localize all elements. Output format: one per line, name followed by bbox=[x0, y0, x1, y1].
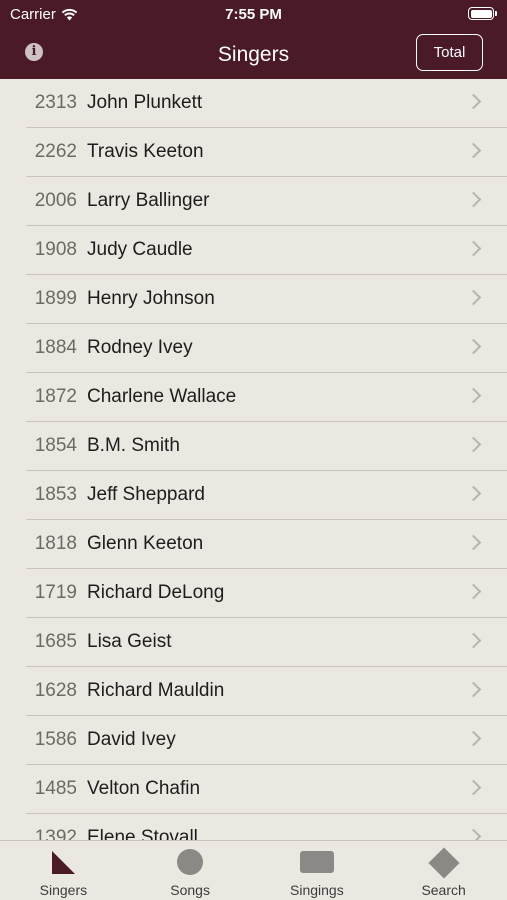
singer-name: Henry Johnson bbox=[87, 288, 215, 309]
total-button[interactable]: Total bbox=[416, 34, 483, 71]
tab-icon-container bbox=[0, 849, 127, 875]
tab-icon-container bbox=[254, 849, 381, 875]
list-item[interactable]: 1628 Richard Mauldin bbox=[26, 667, 507, 716]
chevron-right-icon bbox=[465, 730, 482, 747]
singer-count: 1685 bbox=[34, 631, 77, 652]
chevron-right-icon bbox=[465, 142, 482, 159]
singer-name: Glenn Keeton bbox=[87, 533, 204, 554]
tab-label: Singings bbox=[290, 882, 344, 898]
singer-name: Elene Stovall bbox=[87, 827, 198, 840]
chevron-right-icon bbox=[465, 240, 482, 257]
chevron-right-icon bbox=[465, 338, 482, 355]
chevron-right-icon bbox=[465, 191, 482, 208]
battery-icon bbox=[468, 7, 497, 20]
singer-count: 2262 bbox=[34, 141, 77, 162]
list-item[interactable]: 1872 Charlene Wallace bbox=[26, 373, 507, 422]
triangle-icon bbox=[51, 851, 75, 874]
tab-search[interactable]: Search bbox=[380, 841, 507, 900]
circle-icon bbox=[177, 849, 204, 875]
singer-list[interactable]: 2313 John Plunkett 2262 Travis Keeton 2006 La… bbox=[0, 79, 507, 840]
list-item[interactable]: 1818 Glenn Keeton bbox=[26, 520, 507, 569]
singer-count: 1872 bbox=[34, 386, 77, 407]
singer-name: Travis Keeton bbox=[87, 141, 204, 162]
singer-count: 1854 bbox=[34, 435, 77, 456]
list-item[interactable]: 1586 David Ivey bbox=[26, 716, 507, 765]
singer-name: Richard DeLong bbox=[87, 582, 225, 603]
list-item[interactable]: 2313 John Plunkett bbox=[26, 79, 507, 128]
singer-count: 1485 bbox=[34, 778, 77, 799]
singer-name: Rodney Ivey bbox=[87, 337, 193, 358]
singer-name: Richard Mauldin bbox=[87, 680, 225, 701]
list-item[interactable]: 1485 Velton Chafin bbox=[26, 765, 507, 814]
singer-count: 2313 bbox=[34, 92, 77, 113]
singer-count: 1586 bbox=[34, 729, 77, 750]
list-item[interactable]: 1685 Lisa Geist bbox=[26, 618, 507, 667]
singer-count: 1884 bbox=[34, 337, 77, 358]
chevron-right-icon bbox=[465, 681, 482, 698]
chevron-right-icon bbox=[465, 583, 482, 600]
tab-label: Songs bbox=[170, 882, 210, 898]
singer-name: David Ivey bbox=[87, 729, 176, 750]
navigation-header: Carrier 7:55 PM i Singers Total bbox=[0, 0, 507, 79]
chevron-right-icon bbox=[465, 632, 482, 649]
singer-count: 1628 bbox=[34, 680, 77, 701]
square-icon bbox=[299, 851, 334, 873]
tab-singings[interactable]: Singings bbox=[254, 841, 381, 900]
tab-icon-container bbox=[380, 847, 507, 879]
list-item[interactable]: 2262 Travis Keeton bbox=[26, 128, 507, 177]
list-item[interactable]: 1854 B.M. Smith bbox=[26, 422, 507, 471]
chevron-right-icon bbox=[465, 534, 482, 551]
singer-name: B.M. Smith bbox=[87, 435, 180, 456]
chevron-right-icon bbox=[465, 387, 482, 404]
chevron-right-icon bbox=[465, 485, 482, 502]
tab-singers[interactable]: Singers bbox=[0, 841, 127, 900]
singer-name: Jeff Sheppard bbox=[87, 484, 205, 505]
status-bar: Carrier 7:55 PM bbox=[0, 0, 507, 28]
singer-name: John Plunkett bbox=[87, 92, 203, 113]
chevron-right-icon bbox=[465, 828, 482, 840]
list-item[interactable]: 1719 Richard DeLong bbox=[26, 569, 507, 618]
status-time: 7:55 PM bbox=[225, 6, 282, 23]
chevron-right-icon bbox=[465, 289, 482, 306]
battery-level bbox=[470, 9, 492, 18]
singer-count: 1392 bbox=[34, 827, 77, 840]
singer-name: Judy Caudle bbox=[87, 239, 193, 260]
singer-name: Lisa Geist bbox=[87, 631, 172, 652]
singer-name: Larry Ballinger bbox=[87, 190, 210, 211]
tab-icon-container bbox=[127, 849, 254, 875]
singer-count: 1899 bbox=[34, 288, 77, 309]
chevron-right-icon bbox=[465, 779, 482, 796]
list-item[interactable]: 1884 Rodney Ivey bbox=[26, 324, 507, 373]
chevron-right-icon bbox=[465, 93, 482, 110]
chevron-right-icon bbox=[465, 436, 482, 453]
singer-name: Velton Chafin bbox=[87, 778, 201, 799]
singer-count: 1818 bbox=[34, 533, 77, 554]
singer-name: Charlene Wallace bbox=[87, 386, 237, 407]
singer-count: 1853 bbox=[34, 484, 77, 505]
list-item[interactable]: 1899 Henry Johnson bbox=[26, 275, 507, 324]
tab-label: Search bbox=[421, 882, 466, 898]
singer-count: 2006 bbox=[34, 190, 77, 211]
singer-count: 1719 bbox=[34, 582, 77, 603]
list-item[interactable]: 1853 Jeff Sheppard bbox=[26, 471, 507, 520]
tab-bar: Singers Songs Singings Search bbox=[0, 840, 507, 900]
tab-label: Singers bbox=[39, 882, 88, 898]
list-item[interactable]: 1392 Elene Stovall bbox=[26, 814, 507, 840]
list-item[interactable]: 1908 Judy Caudle bbox=[26, 226, 507, 275]
diamond-icon bbox=[428, 847, 460, 879]
tab-songs[interactable]: Songs bbox=[127, 841, 254, 900]
list-item[interactable]: 2006 Larry Ballinger bbox=[26, 177, 507, 226]
singer-count: 1908 bbox=[34, 239, 77, 260]
